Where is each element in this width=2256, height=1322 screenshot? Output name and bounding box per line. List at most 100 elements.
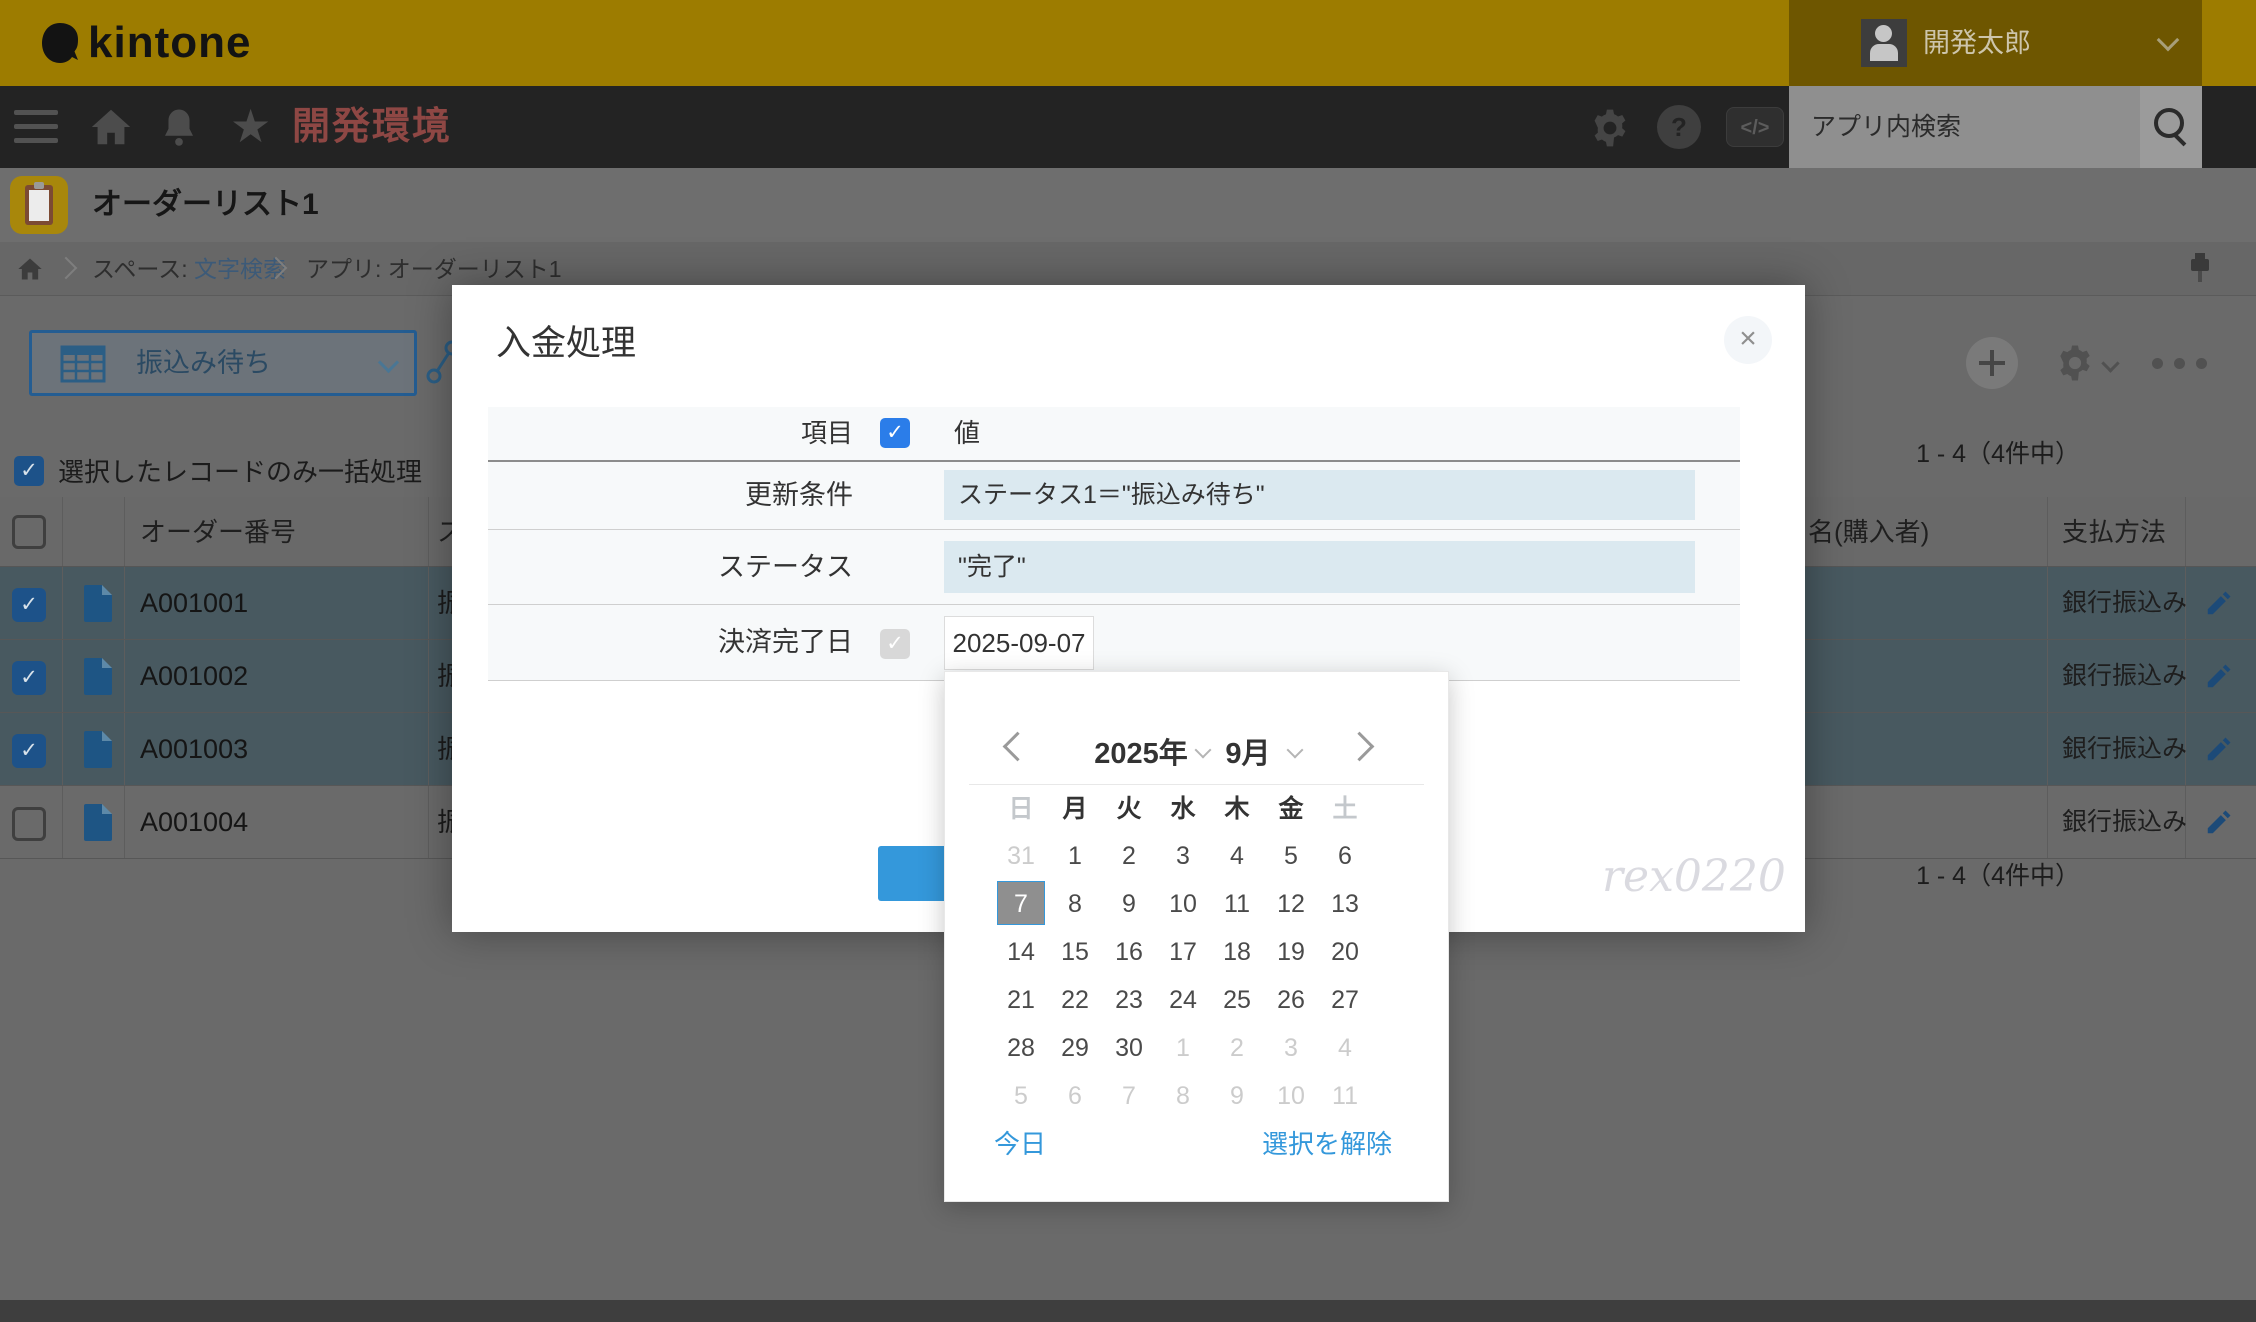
calendar-day[interactable]: 12	[1264, 880, 1318, 928]
today-link[interactable]: 今日	[994, 1124, 1046, 1161]
calendar-day[interactable]: 26	[1264, 976, 1318, 1024]
bulk-select-checkbox[interactable]: ✓	[14, 456, 44, 486]
kintone-logo[interactable]: kintone	[40, 18, 251, 68]
calendar-day[interactable]: 18	[1210, 928, 1264, 976]
code-icon[interactable]: </>	[1726, 107, 1784, 147]
calendar-day[interactable]: 4	[1210, 832, 1264, 880]
calendar-divider	[969, 784, 1424, 785]
user-avatar-icon	[1861, 19, 1907, 67]
search-input[interactable]	[1789, 86, 2140, 168]
row-checkbox[interactable]: ✓	[12, 588, 46, 622]
calendar-day[interactable]: 31	[994, 832, 1048, 880]
column-header-buyer[interactable]: 名(購入者)	[1808, 497, 1929, 567]
calendar-day[interactable]: 6	[1048, 1072, 1102, 1120]
calendar-day[interactable]: 17	[1156, 928, 1210, 976]
calendar-day[interactable]: 20	[1318, 928, 1372, 976]
weekday-label: 水	[1156, 796, 1210, 822]
calendar-day[interactable]: 25	[1210, 976, 1264, 1024]
record-file-icon[interactable]	[84, 804, 112, 841]
calendar-day[interactable]: 7	[1102, 1072, 1156, 1120]
calendar-day-selected[interactable]: 7	[994, 880, 1048, 928]
edit-pencil-icon[interactable]	[2204, 734, 2234, 769]
home-icon[interactable]	[16, 255, 44, 283]
calendar-day[interactable]: 9	[1102, 880, 1156, 928]
calendar-day[interactable]: 1	[1048, 832, 1102, 880]
calendar-day[interactable]: 11	[1318, 1072, 1372, 1120]
view-settings-gear-icon[interactable]	[2054, 342, 2096, 384]
calendar-day[interactable]: 5	[1264, 832, 1318, 880]
calendar-day[interactable]: 15	[1048, 928, 1102, 976]
calendar-day[interactable]: 16	[1102, 928, 1156, 976]
order-number-cell[interactable]: A001003	[140, 713, 248, 785]
calendar-day[interactable]: 1	[1156, 1024, 1210, 1072]
calendar-day[interactable]: 3	[1156, 832, 1210, 880]
close-icon[interactable]: ×	[1724, 316, 1772, 364]
calendar-day[interactable]: 3	[1264, 1024, 1318, 1072]
calendar-day[interactable]: 2	[1102, 832, 1156, 880]
calendar-day[interactable]: 27	[1318, 976, 1372, 1024]
column-header-order-no[interactable]: オーダー番号	[140, 497, 296, 567]
settings-gear-icon[interactable]	[1588, 106, 1632, 150]
calendar-day[interactable]: 21	[994, 976, 1048, 1024]
app-clipboard-icon[interactable]	[10, 176, 68, 234]
settlement-date-input[interactable]	[944, 616, 1094, 670]
calendar-day[interactable]: 8	[1048, 880, 1102, 928]
calendar-day[interactable]: 22	[1048, 976, 1102, 1024]
pin-icon[interactable]	[2188, 253, 2212, 283]
next-month-icon[interactable]	[1345, 732, 1375, 762]
chevron-down-icon[interactable]	[1287, 742, 1304, 759]
order-number-cell[interactable]: A001002	[140, 640, 248, 712]
calendar-day[interactable]: 24	[1156, 976, 1210, 1024]
select-all-checkbox[interactable]	[12, 515, 46, 549]
add-record-button[interactable]	[1966, 337, 2018, 389]
footer-bar	[0, 1300, 2256, 1322]
column-header-payment[interactable]: 支払方法	[2062, 497, 2166, 567]
search-button[interactable]	[2140, 86, 2202, 168]
record-file-icon[interactable]	[84, 731, 112, 768]
calendar-day[interactable]: 9	[1210, 1072, 1264, 1120]
breadcrumb-space[interactable]: スペース: 文字検索	[92, 242, 286, 296]
calendar-day[interactable]: 2	[1210, 1024, 1264, 1072]
calendar-day[interactable]: 10	[1264, 1072, 1318, 1120]
calendar-day[interactable]: 4	[1318, 1024, 1372, 1072]
more-options-icon[interactable]	[2152, 358, 2163, 369]
calendar-day[interactable]: 13	[1318, 880, 1372, 928]
chevron-down-icon[interactable]	[2101, 354, 2119, 372]
help-icon[interactable]: ?	[1657, 105, 1701, 149]
calendar-day[interactable]: 23	[1102, 976, 1156, 1024]
calendar-day[interactable]: 6	[1318, 832, 1372, 880]
favorites-star-icon[interactable]: ★	[230, 86, 271, 168]
clear-selection-link[interactable]: 選択を解除	[1262, 1124, 1392, 1161]
home-icon[interactable]	[88, 104, 134, 150]
row-checkbox[interactable]: ✓	[12, 734, 46, 768]
calendar-day[interactable]: 29	[1048, 1024, 1102, 1072]
calendar-day[interactable]: 30	[1102, 1024, 1156, 1072]
order-number-cell[interactable]: A001004	[140, 786, 248, 858]
order-number-cell[interactable]: A001001	[140, 567, 248, 639]
calendar-day[interactable]: 19	[1264, 928, 1318, 976]
date-field-checkbox[interactable]: ✓	[880, 629, 910, 659]
edit-pencil-icon[interactable]	[2204, 661, 2234, 696]
row-checkbox[interactable]	[12, 807, 46, 841]
record-file-icon[interactable]	[84, 585, 112, 622]
row-checkbox[interactable]: ✓	[12, 661, 46, 695]
record-file-icon[interactable]	[84, 658, 112, 695]
calendar-day[interactable]: 28	[994, 1024, 1048, 1072]
edit-pencil-icon[interactable]	[2204, 807, 2234, 842]
notification-bell-icon[interactable]	[158, 106, 200, 148]
status-value[interactable]: "完了"	[944, 541, 1695, 593]
calendar-month-dropdown[interactable]: 9月	[1217, 730, 1279, 772]
user-menu[interactable]: 開発太郎	[1789, 0, 2202, 86]
view-selector-dropdown[interactable]: 振込み待ち	[29, 330, 417, 396]
calendar-day[interactable]: 8	[1156, 1072, 1210, 1120]
edit-pencil-icon[interactable]	[2204, 588, 2234, 623]
calendar-day[interactable]: 10	[1156, 880, 1210, 928]
update-condition-value[interactable]: ステータス1＝"振込み待ち"	[944, 470, 1695, 520]
calendar-year-dropdown[interactable]: 2025年	[1081, 730, 1201, 772]
select-all-fields-checkbox[interactable]: ✓	[880, 418, 910, 448]
previous-month-icon[interactable]	[1003, 732, 1033, 762]
calendar-day[interactable]: 14	[994, 928, 1048, 976]
calendar-day[interactable]: 11	[1210, 880, 1264, 928]
date-picker-popup: 2025年 9月 日月火水木金土 31123456789101112131415…	[944, 671, 1449, 1202]
calendar-day[interactable]: 5	[994, 1072, 1048, 1120]
